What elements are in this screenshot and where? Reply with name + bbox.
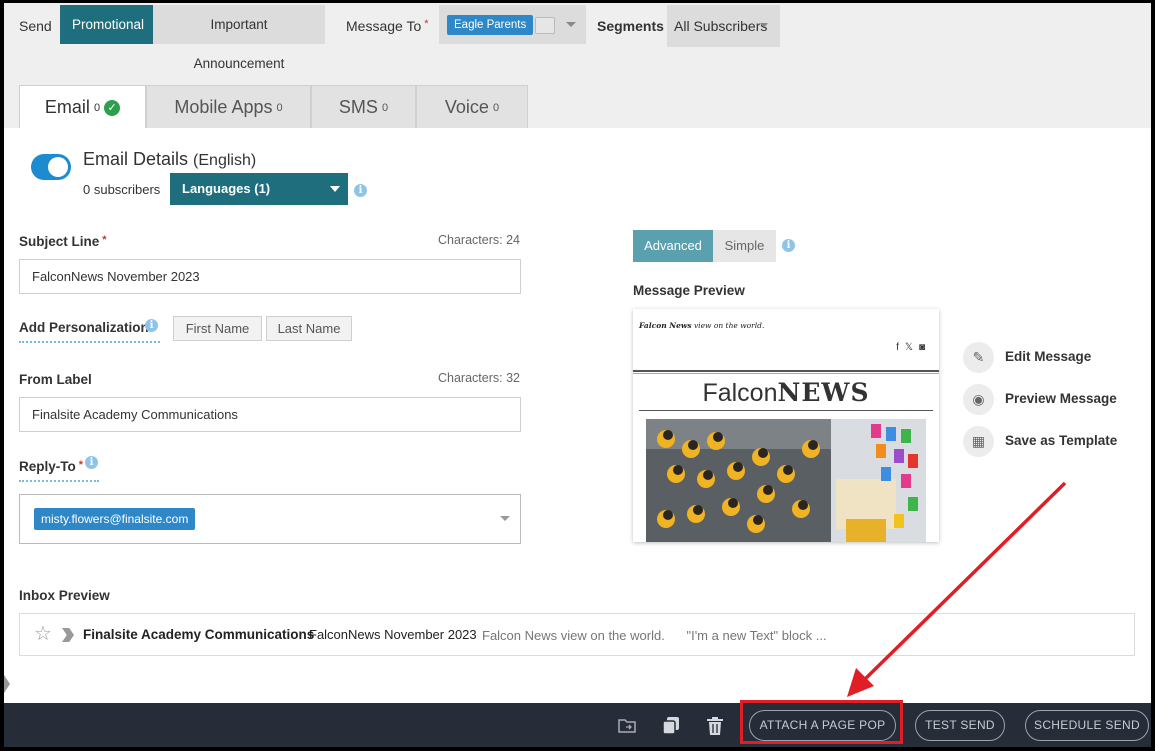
annotation-arrow (847, 481, 1067, 697)
side-panel-handle[interactable] (4, 675, 10, 693)
app-window: Send Promotional Important Announcement … (4, 3, 1151, 747)
